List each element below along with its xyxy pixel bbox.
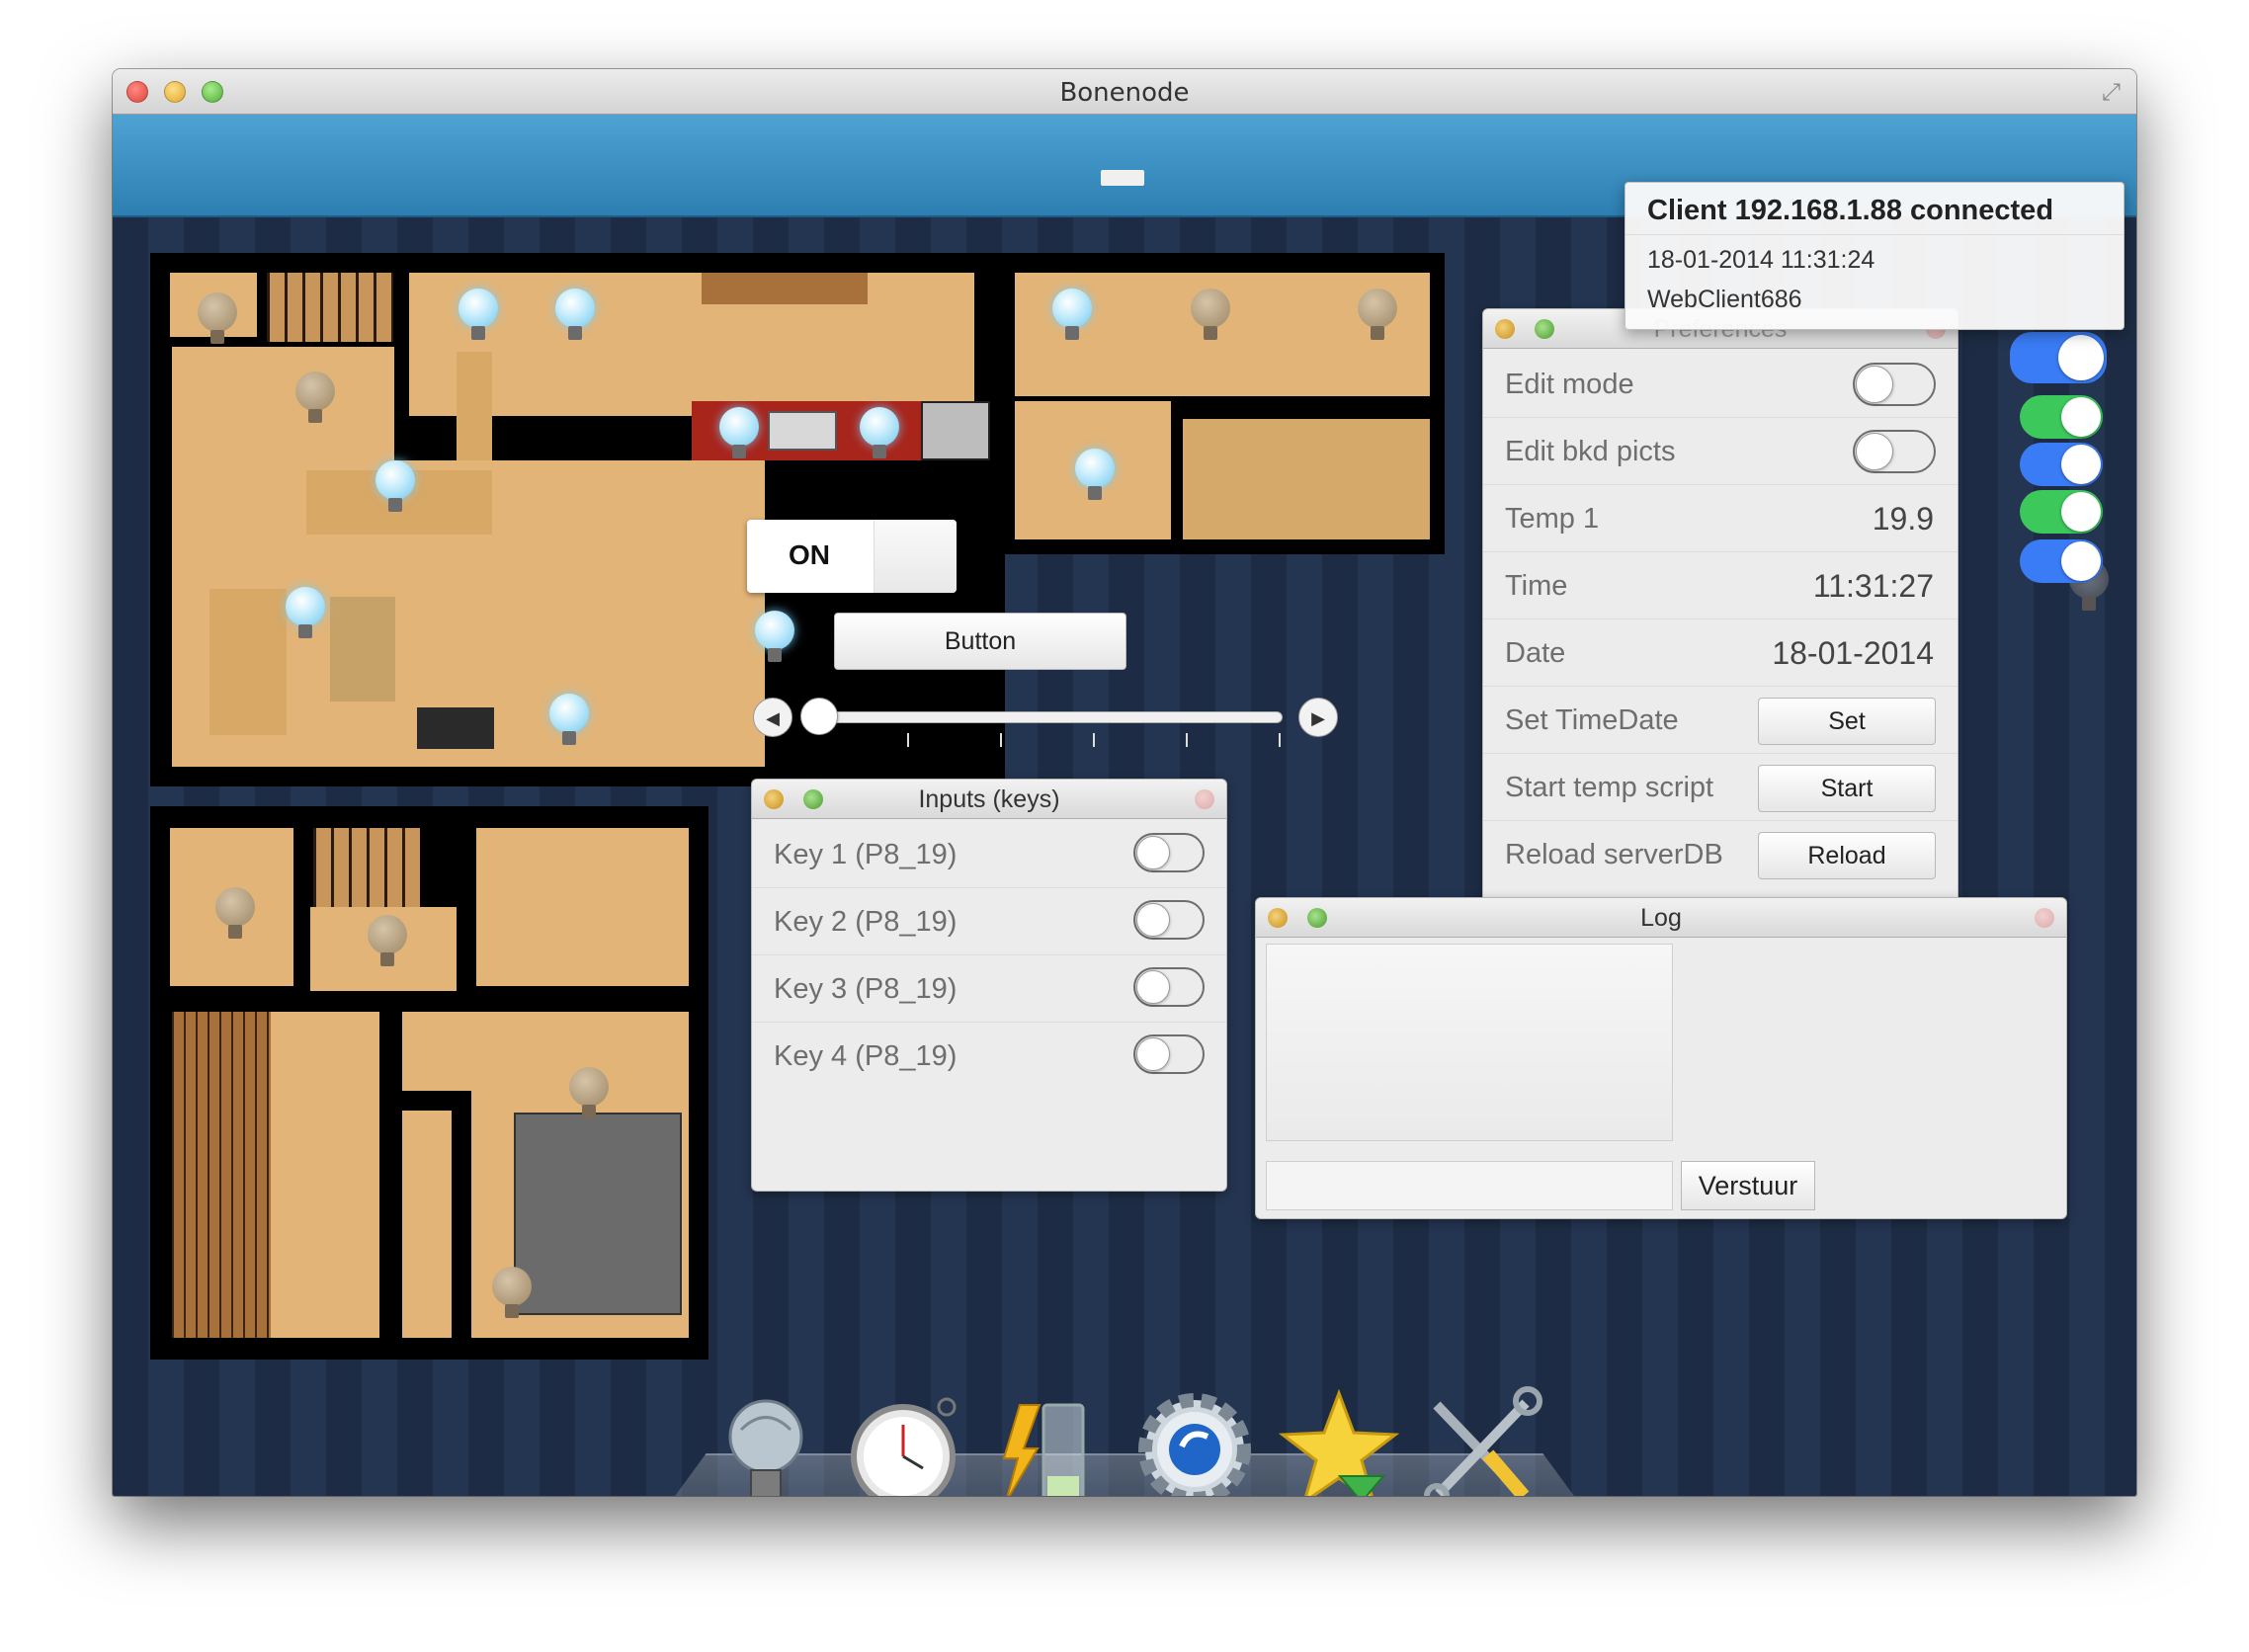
key-row: Key 2 (P8_19) [752, 888, 1226, 955]
lamp-icon[interactable] [1075, 449, 1115, 502]
set-timedate-row: Set TimeDate Set [1483, 687, 1957, 754]
log-output[interactable] [1266, 944, 1673, 1141]
key-4-switch[interactable] [1133, 1034, 1205, 1074]
stopwatch-icon[interactable] [844, 1385, 972, 1496]
date-row: Date 18-01-2014 [1483, 620, 1957, 687]
on-off-switch[interactable]: ON [747, 520, 957, 593]
slider-ticks [907, 733, 1283, 747]
close-icon[interactable] [2035, 908, 2054, 928]
edit-mode-row: Edit mode [1483, 351, 1957, 418]
log-title-bar[interactable]: Log [1256, 898, 2066, 938]
zoom-icon[interactable] [1535, 319, 1554, 339]
temp-row: Temp 1 19.9 [1483, 485, 1957, 552]
key-row: Key 1 (P8_19) [752, 821, 1226, 888]
side-toggle[interactable] [2020, 395, 2103, 439]
temp-value: 19.9 [1872, 501, 1934, 537]
drawer-handle[interactable] [1101, 170, 1144, 186]
slider-increment-icon[interactable]: ▶ [1298, 698, 1338, 737]
notification-title: Client 192.168.1.88 connected [1647, 195, 2054, 226]
tools-icon[interactable] [1417, 1385, 1545, 1496]
title-bar[interactable]: Bonenode ⤢ [113, 69, 2136, 115]
connection-notification[interactable]: Client 192.168.1.88 connected 18-01-2014… [1624, 182, 2124, 330]
log-input[interactable] [1266, 1161, 1673, 1210]
reload-serverdb-row: Reload serverDB Reload [1483, 821, 1957, 888]
lamp-icon[interactable] [1191, 289, 1230, 342]
generic-button[interactable]: Button [834, 613, 1126, 670]
app-window: Bonenode ⤢ ON Button ◀ ▶ Edit mode Edit … [113, 69, 2136, 1496]
slider-thumb[interactable] [800, 698, 838, 735]
minimize-icon[interactable] [1495, 319, 1515, 339]
key-1-switch[interactable] [1133, 833, 1205, 872]
fullscreen-icon[interactable]: ⤢ [2102, 79, 2121, 107]
side-toggle[interactable] [2020, 443, 2103, 486]
lamp-icon[interactable] [215, 887, 255, 941]
panel-title: Log [1640, 904, 1682, 932]
key-3-switch[interactable] [1133, 967, 1205, 1007]
lamp-icon[interactable] [1358, 289, 1397, 342]
time-value: 11:31:27 [1812, 568, 1934, 604]
notification-datetime: 18-01-2014 11:31:24 [1647, 246, 1875, 274]
close-icon[interactable] [1195, 789, 1214, 809]
lamp-icon[interactable] [860, 407, 899, 460]
gear-icon[interactable] [1130, 1385, 1259, 1496]
side-toggle[interactable] [2020, 490, 2103, 534]
zoom-icon[interactable] [1307, 908, 1327, 928]
side-toggle[interactable] [2010, 332, 2107, 383]
reload-button[interactable]: Reload [1758, 832, 1936, 879]
inputs-title-bar[interactable]: Inputs (keys) [752, 780, 1226, 819]
minimize-icon[interactable] [1268, 908, 1288, 928]
side-toggle[interactable] [2020, 539, 2103, 583]
minimize-icon[interactable] [764, 789, 784, 809]
lamp-icon[interactable] [286, 587, 325, 640]
key-2-switch[interactable] [1133, 900, 1205, 940]
lamp-icon[interactable] [1052, 289, 1092, 342]
panel-title: Inputs (keys) [918, 785, 1060, 813]
lamp-icon[interactable] [755, 611, 794, 664]
main-content: ON Button ◀ ▶ Preferences Edit mode Edit… [113, 115, 2136, 1496]
edit-bkd-picts-row: Edit bkd picts [1483, 418, 1957, 485]
lamp-icon[interactable] [375, 460, 415, 514]
send-button[interactable]: Verstuur [1681, 1161, 1815, 1210]
edit-mode-switch[interactable] [1853, 363, 1936, 406]
lamp-icon[interactable] [569, 1067, 609, 1120]
notification-client: WebClient686 [1647, 286, 1802, 313]
key-row: Key 3 (P8_19) [752, 955, 1226, 1023]
start-temp-script-row: Start temp script Start [1483, 754, 1957, 821]
switch-knob [874, 520, 957, 593]
inputs-panel: Inputs (keys) Key 1 (P8_19) Key 2 (P8_19… [751, 779, 1227, 1192]
slider-track[interactable] [812, 711, 1283, 723]
lightbulb-icon[interactable] [702, 1385, 830, 1496]
lamp-icon[interactable] [719, 407, 759, 460]
slider-decrement-icon[interactable]: ◀ [753, 698, 792, 737]
lamp-icon[interactable] [492, 1267, 532, 1320]
lamp-icon[interactable] [295, 372, 335, 425]
zoom-icon[interactable] [803, 789, 823, 809]
log-panel: Log Verstuur [1255, 897, 2067, 1219]
key-row: Key 4 (P8_19) [752, 1023, 1226, 1090]
lamp-icon[interactable] [198, 292, 237, 346]
battery-power-icon[interactable] [982, 1385, 1111, 1496]
start-button[interactable]: Start [1758, 765, 1936, 812]
window-title: Bonenode [1059, 78, 1190, 108]
star-download-icon[interactable] [1275, 1385, 1403, 1496]
preferences-panel: Preferences Edit mode Edit bkd picts Tem… [1482, 308, 1958, 921]
set-button[interactable]: Set [1758, 698, 1936, 745]
edit-bkd-picts-switch[interactable] [1853, 430, 1936, 473]
lamp-icon[interactable] [368, 915, 407, 968]
time-row: Time 11:31:27 [1483, 552, 1957, 620]
lamp-icon[interactable] [458, 289, 498, 342]
switch-state-label: ON [789, 539, 830, 570]
lamp-icon[interactable] [555, 289, 595, 342]
lamp-icon[interactable] [549, 694, 589, 747]
date-value: 18-01-2014 [1772, 635, 1934, 671]
